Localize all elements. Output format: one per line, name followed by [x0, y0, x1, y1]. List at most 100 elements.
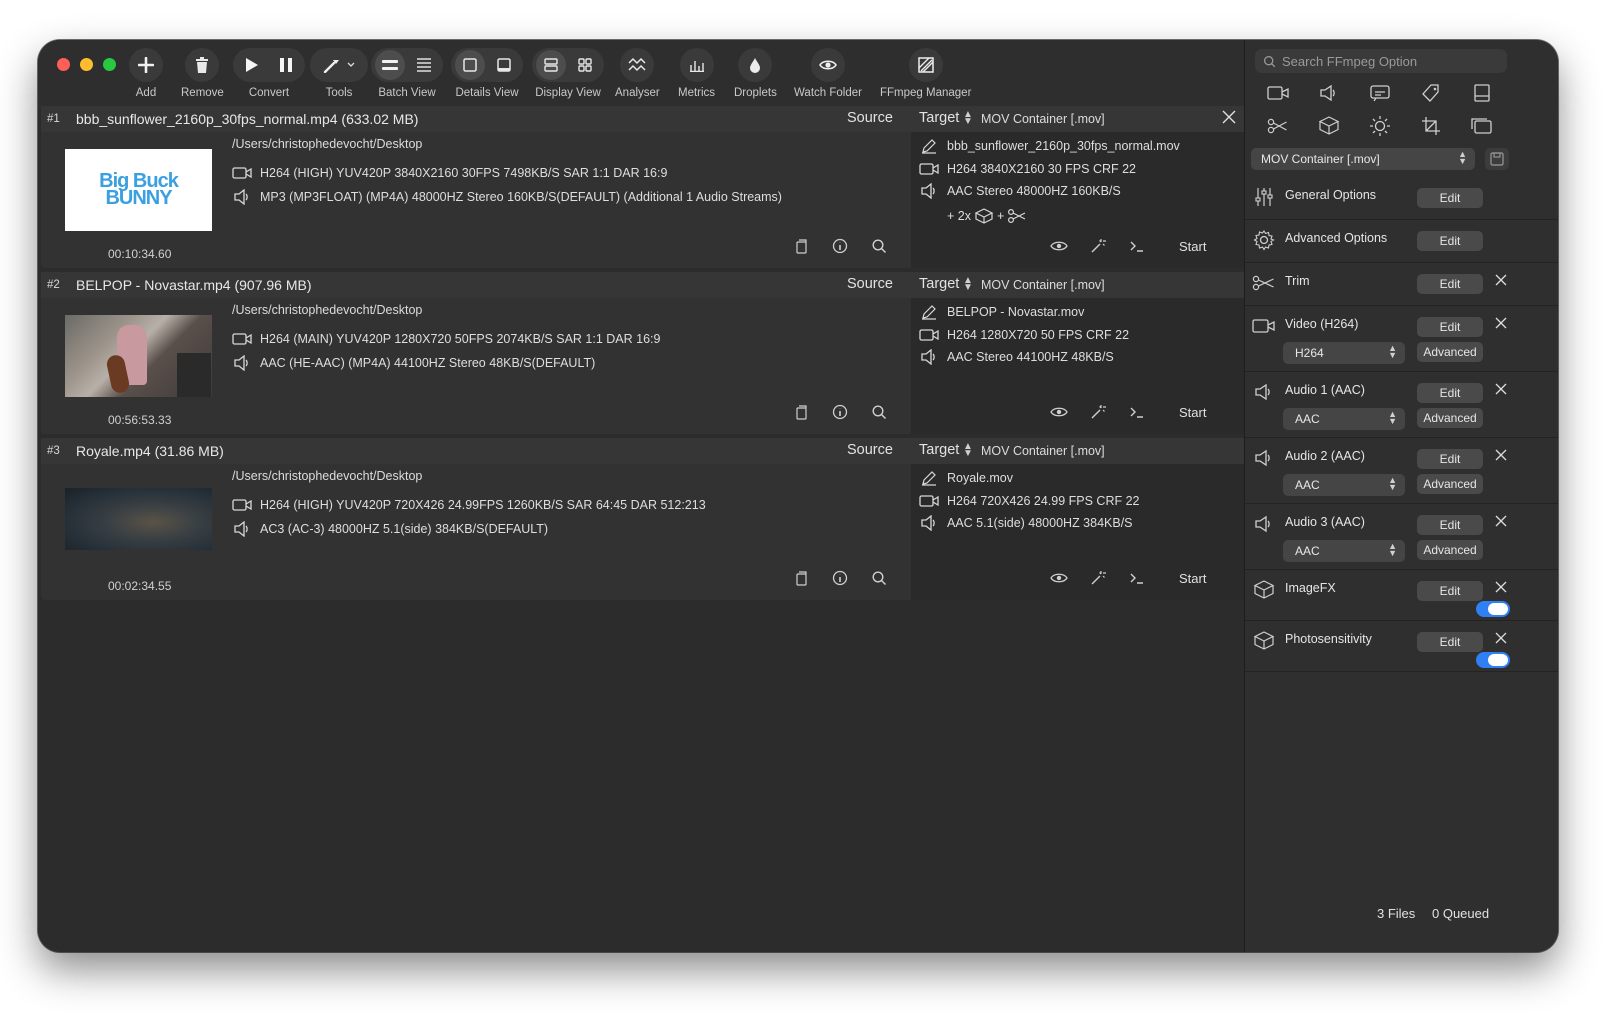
copy-icon[interactable]	[792, 403, 810, 421]
edit-button[interactable]: Edit	[1417, 449, 1483, 469]
source-tab[interactable]: Source	[847, 442, 893, 458]
video-camera-icon[interactable]	[1263, 80, 1293, 106]
edit-button[interactable]: Edit	[1417, 383, 1483, 403]
trim-icon[interactable]	[1263, 113, 1293, 139]
codec-select[interactable]: AAC ▲ ▼	[1283, 540, 1405, 562]
edit-button[interactable]: Edit	[1417, 231, 1483, 251]
terminal-icon[interactable]	[1128, 237, 1146, 255]
codec-select[interactable]: AAC ▲ ▼	[1283, 408, 1405, 430]
info-icon[interactable]	[831, 237, 849, 255]
advanced-button[interactable]: Advanced	[1417, 540, 1483, 560]
toolbar-display-view[interactable]: Display View	[532, 48, 604, 99]
codec-select[interactable]: AAC ▲ ▼	[1283, 474, 1405, 496]
job-card[interactable]: #2 BELPOP - Novastar.mp4 (907.96 MB) Sou…	[41, 272, 1277, 434]
preview-eye-icon[interactable]	[1050, 237, 1068, 255]
target-filename[interactable]: Royale.mov	[947, 471, 1013, 485]
target-filename-row[interactable]: BELPOP - Novastar.mov	[919, 304, 1084, 320]
toolbar-analyser[interactable]: Analyser	[615, 48, 660, 99]
ffmpeg-manager-button[interactable]	[908, 48, 943, 82]
terminal-icon[interactable]	[1128, 569, 1146, 587]
copy-icon[interactable]	[792, 569, 810, 587]
toolbar-remove[interactable]: Remove	[181, 48, 224, 99]
crop-icon[interactable]	[1416, 113, 1446, 139]
toolbar-add[interactable]: Add	[129, 48, 163, 99]
info-icon[interactable]	[831, 569, 849, 587]
target-tab[interactable]: Target	[919, 110, 959, 126]
search-icon[interactable]	[870, 237, 888, 255]
codec-select[interactable]: H264 ▲ ▼	[1283, 342, 1405, 364]
target-tab[interactable]: Target	[919, 442, 959, 458]
target-stepper-icon[interactable]: ▲ ▼	[963, 442, 973, 459]
toolbar-tools[interactable]: Tools	[310, 48, 368, 99]
chapters-icon[interactable]	[1467, 80, 1497, 106]
target-filename[interactable]: BELPOP - Novastar.mov	[947, 305, 1084, 319]
search-icon[interactable]	[870, 569, 888, 587]
pause-icon[interactable]	[271, 50, 301, 80]
source-tab[interactable]: Source	[847, 110, 893, 126]
details-view-icon[interactable]	[455, 50, 485, 80]
tools-button[interactable]	[310, 48, 368, 82]
remove-button[interactable]	[185, 48, 220, 82]
job-card[interactable]: #3 Royale.mp4 (31.86 MB) Source Target ▲…	[41, 438, 1277, 600]
analyser-button[interactable]	[620, 48, 655, 82]
start-button[interactable]: Start	[1179, 405, 1206, 420]
video-thumbnail[interactable]	[65, 488, 212, 550]
brightness-icon[interactable]	[1365, 113, 1395, 139]
toolbar-details-view[interactable]: Details View	[451, 48, 523, 99]
target-filename-row[interactable]: Royale.mov	[919, 470, 1013, 486]
wand-icon[interactable]	[1089, 569, 1107, 587]
search-icon[interactable]	[870, 403, 888, 421]
remove-section-icon[interactable]	[1494, 382, 1508, 396]
search-input[interactable]	[1280, 52, 1504, 70]
edit-button[interactable]: Edit	[1417, 188, 1483, 208]
details-view-alt-icon[interactable]	[489, 50, 519, 80]
edit-button[interactable]: Edit	[1417, 515, 1483, 535]
details-view-buttons[interactable]	[451, 48, 523, 82]
info-icon[interactable]	[831, 403, 849, 421]
toolbar-watch-folder[interactable]: Watch Folder	[794, 48, 862, 99]
target-container-select[interactable]: MOV Container [.mov]	[981, 444, 1105, 458]
edit-button[interactable]: Edit	[1417, 317, 1483, 337]
batch-view-buttons[interactable]	[371, 48, 443, 82]
watch-folder-button[interactable]	[810, 48, 845, 82]
rows-icon[interactable]	[536, 50, 566, 80]
grid-icon[interactable]	[570, 50, 600, 80]
convert-buttons[interactable]	[233, 48, 305, 82]
target-filename[interactable]: bbb_sunflower_2160p_30fps_normal.mov	[947, 139, 1180, 153]
search-field[interactable]	[1255, 49, 1507, 73]
video-thumbnail[interactable]	[65, 315, 212, 397]
batch-list-icon[interactable]	[375, 50, 405, 80]
add-button[interactable]	[129, 48, 163, 82]
target-stepper-icon[interactable]: ▲ ▼	[963, 276, 973, 293]
close-icon[interactable]	[1221, 109, 1239, 127]
toolbar-droplets[interactable]: Droplets	[734, 48, 777, 99]
target-container-select[interactable]: MOV Container [.mov]	[981, 112, 1105, 126]
target-container-select[interactable]: MOV Container [.mov]	[981, 278, 1105, 292]
play-icon[interactable]	[237, 50, 267, 80]
start-button[interactable]: Start	[1179, 239, 1206, 254]
advanced-button[interactable]: Advanced	[1417, 474, 1483, 494]
edit-button[interactable]: Edit	[1417, 274, 1483, 294]
start-button[interactable]: Start	[1179, 571, 1206, 586]
zoom-window-button[interactable]	[103, 58, 116, 71]
remove-section-icon[interactable]	[1494, 514, 1508, 528]
advanced-button[interactable]: Advanced	[1417, 342, 1483, 362]
wand-icon[interactable]	[1089, 237, 1107, 255]
imagefx-toggle[interactable]	[1476, 601, 1510, 617]
speaker-icon[interactable]	[1314, 80, 1344, 106]
toolbar-batch-view[interactable]: Batch View	[371, 48, 443, 99]
container-select[interactable]: MOV Container [.mov] ▲ ▼	[1251, 148, 1475, 170]
toolbar-ffmpeg-manager[interactable]: FFmpeg Manager	[880, 48, 971, 99]
metrics-button[interactable]	[679, 48, 714, 82]
remove-section-icon[interactable]	[1494, 316, 1508, 330]
wand-icon[interactable]	[1089, 403, 1107, 421]
save-preset-button[interactable]	[1485, 148, 1509, 170]
edit-button[interactable]: Edit	[1417, 632, 1483, 652]
toolbar-convert[interactable]: Convert	[233, 48, 305, 99]
subtitles-icon[interactable]	[1365, 80, 1395, 106]
remove-section-icon[interactable]	[1494, 273, 1508, 287]
tag-icon[interactable]	[1416, 80, 1446, 106]
remove-section-icon[interactable]	[1494, 448, 1508, 462]
target-stepper-icon[interactable]: ▲ ▼	[963, 110, 973, 127]
target-tab[interactable]: Target	[919, 276, 959, 292]
